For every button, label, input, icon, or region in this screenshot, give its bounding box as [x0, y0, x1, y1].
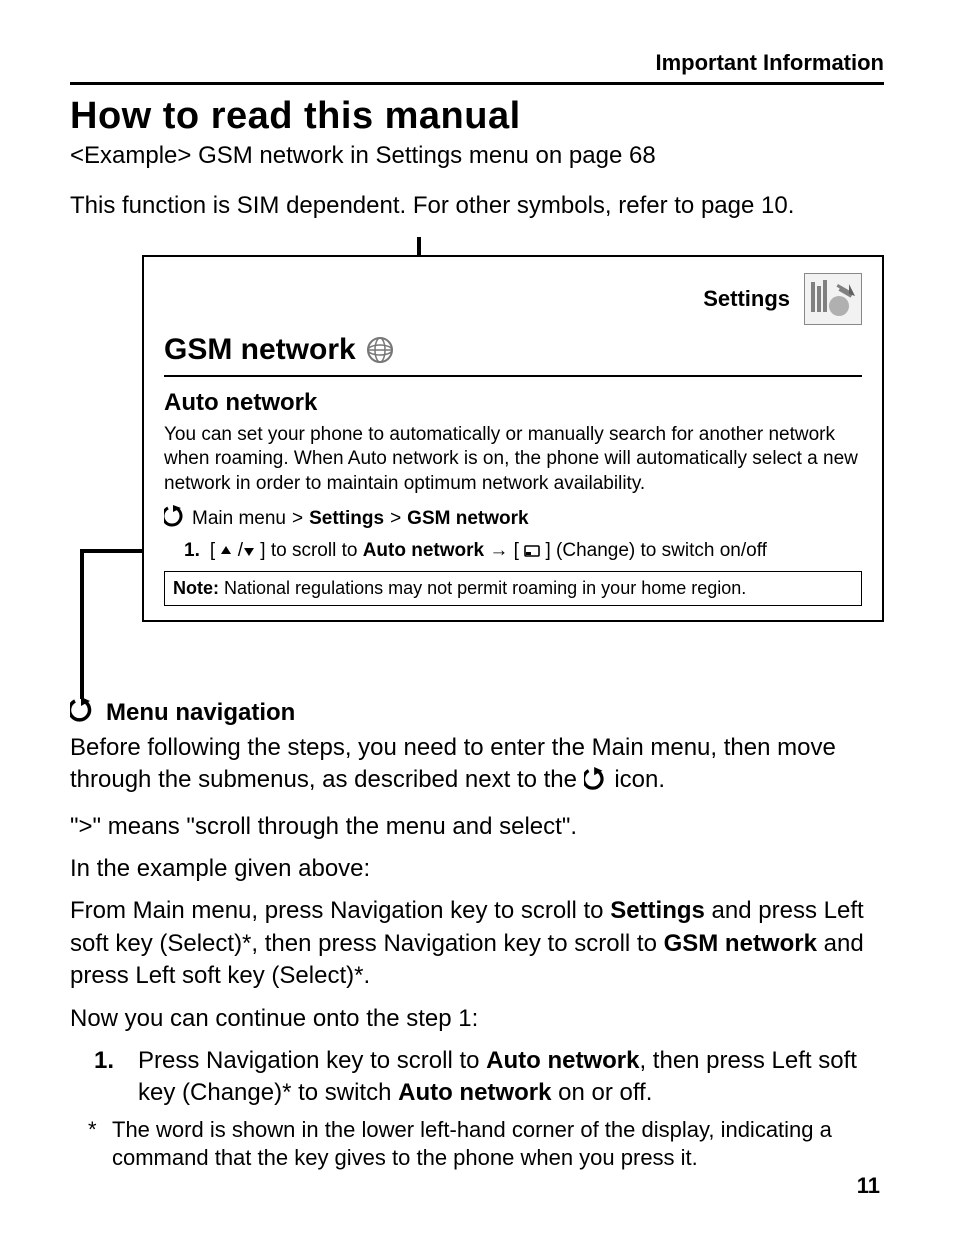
nav-sep2: > [390, 507, 401, 532]
step-target: Auto network [363, 540, 484, 561]
step-a: Press Navigation key to scroll to [138, 1047, 486, 1074]
change-text: ] (Change) to switch on/off [545, 540, 766, 561]
nav-gsm: GSM network [407, 507, 528, 532]
nav-path: Main menu > Settings > GSM network [164, 505, 862, 535]
settings-icon [804, 273, 862, 325]
inner-step-body: [ / ] to scroll to Auto network → [ ] (C… [210, 539, 767, 564]
settings-label: Settings [703, 286, 790, 312]
menu-nav-p1-b: icon. [614, 766, 665, 793]
nav-sep1: > [292, 507, 303, 532]
header-rule [70, 82, 884, 85]
menu-nav-heading-text: Menu navigation [106, 699, 295, 727]
auto-network-title: Auto network [164, 389, 862, 417]
settings-row: Settings [164, 273, 862, 325]
menu-nav-p1-a: Before following the steps, you need to … [70, 734, 836, 793]
softkey-icon [519, 540, 546, 561]
nav-prefix: Main menu [192, 507, 286, 532]
intro-example: <Example> GSM network in Settings menu o… [70, 140, 884, 172]
footnote: * The word is shown in the lower left-ha… [88, 1116, 884, 1173]
nav-settings: Settings [309, 507, 384, 532]
footnote-text: The word is shown in the lower left-hand… [112, 1116, 884, 1173]
note-text: National regulations may not permit roam… [219, 578, 746, 598]
scroll-text: ] to scroll to [260, 540, 362, 561]
p4-settings: Settings [610, 897, 705, 924]
step-d: Auto network [398, 1079, 551, 1106]
nav-arrow-icon [584, 767, 608, 800]
up-down-icon: / [215, 540, 260, 561]
intro-sim: This function is SIM dependent. For othe… [70, 190, 884, 222]
page-number: 11 [857, 1173, 880, 1199]
step-b: Auto network [486, 1047, 639, 1074]
leader-line-left-v [80, 549, 84, 699]
note-label: Note: [173, 578, 219, 598]
p4-gsm: GSM network [664, 930, 817, 957]
page-title: How to read this manual [70, 95, 884, 138]
footnote-star: * [88, 1116, 102, 1173]
p4-a: From Main menu, press Navigation key to … [70, 897, 610, 924]
manual-excerpt-box: Settings GSM network [142, 255, 884, 622]
page: Important Information How to read this m… [0, 0, 954, 1233]
menu-nav-p5: Now you can continue onto the step 1: [70, 1003, 884, 1035]
auto-network-desc: You can set your phone to automatically … [164, 423, 862, 497]
arrow-then: → [ [484, 540, 519, 561]
menu-nav-p2: ">" means "scroll through the menu and s… [70, 811, 884, 843]
outer-step-num: 1. [94, 1045, 120, 1110]
outer-step-body: Press Navigation key to scroll to Auto n… [138, 1045, 884, 1110]
header-section: Important Information [70, 50, 884, 76]
nav-arrow-icon [70, 697, 96, 730]
step-e: on or off. [551, 1079, 652, 1106]
menu-nav-p1: Before following the steps, you need to … [70, 732, 884, 801]
menu-nav-p4: From Main menu, press Navigation key to … [70, 895, 884, 992]
diagram: Settings GSM network [70, 237, 884, 677]
gsm-title: GSM network [164, 333, 356, 367]
sim-dependent-icon [366, 336, 394, 364]
gsm-heading-row: GSM network [164, 333, 862, 377]
note-box: Note: National regulations may not permi… [164, 571, 862, 606]
menu-nav-p3: In the example given above: [70, 853, 884, 885]
nav-arrow-icon [164, 505, 186, 535]
inner-step: 1. [ / ] to scroll to Auto network → [ ]… [184, 539, 862, 564]
menu-nav-heading: Menu navigation [70, 697, 884, 730]
inner-step-num: 1. [184, 539, 200, 564]
outer-step: 1. Press Navigation key to scroll to Aut… [94, 1045, 884, 1110]
